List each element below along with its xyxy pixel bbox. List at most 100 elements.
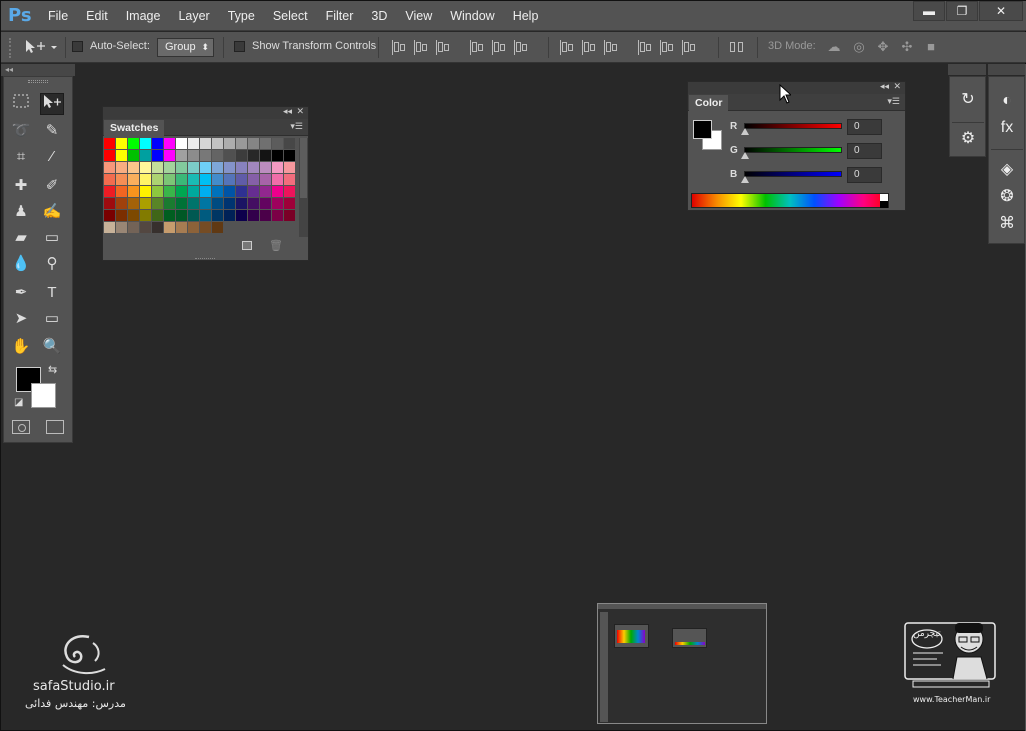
minimize-button[interactable]: ▬	[913, 1, 945, 21]
swatch-color[interactable]	[272, 222, 283, 233]
spot-healing-brush-tool-icon[interactable]: ✚	[9, 175, 33, 197]
slide-3d-icon[interactable]: ✣	[898, 39, 916, 55]
distribute-left-edges-icon[interactable]	[635, 39, 657, 56]
styles-panel-icon[interactable]: fx	[996, 117, 1018, 139]
swatch-color[interactable]	[224, 186, 235, 197]
collapse-icon[interactable]: ◂◂	[880, 81, 889, 92]
crop-tool-icon[interactable]: ⌗	[9, 146, 33, 168]
swatch-color[interactable]	[272, 174, 283, 185]
swatch-color[interactable]	[248, 162, 259, 173]
swatch-color[interactable]	[164, 186, 175, 197]
swatch-color[interactable]	[104, 198, 115, 209]
dodge-tool-icon[interactable]: ⚲	[40, 253, 64, 275]
panel-menu-icon[interactable]: ▾☰	[290, 121, 303, 132]
collapse-icon[interactable]: ◂◂	[283, 106, 292, 117]
swatch-color[interactable]	[236, 174, 247, 185]
swatch-color[interactable]	[236, 138, 247, 149]
swatch-color[interactable]	[236, 210, 247, 221]
swatch-color[interactable]	[152, 162, 163, 173]
swatch-color[interactable]	[140, 210, 151, 221]
type-tool-icon[interactable]: T	[40, 282, 64, 304]
swatch-color[interactable]	[212, 210, 223, 221]
black-swatch[interactable]	[880, 201, 888, 208]
tab-swatches[interactable]: Swatches	[104, 120, 165, 136]
swatch-color[interactable]	[272, 138, 283, 149]
swatch-color[interactable]	[176, 198, 187, 209]
blur-tool-icon[interactable]: 💧	[9, 253, 33, 275]
swatch-color[interactable]	[140, 198, 151, 209]
swatch-color[interactable]	[200, 186, 211, 197]
channels-panel-icon[interactable]: ❂	[996, 186, 1018, 208]
swatch-color[interactable]	[140, 138, 151, 149]
menu-type[interactable]: Type	[219, 1, 264, 31]
swatch-color[interactable]	[176, 138, 187, 149]
swatch-color[interactable]	[188, 174, 199, 185]
swatch-color[interactable]	[164, 162, 175, 173]
swatch-color[interactable]	[200, 162, 211, 173]
swatch-color[interactable]	[164, 174, 175, 185]
move-tool-active-icon[interactable]	[40, 93, 64, 115]
swatch-color[interactable]	[248, 210, 259, 221]
close-button[interactable]: ✕	[979, 1, 1023, 21]
swatch-color[interactable]	[152, 174, 163, 185]
swatch-color[interactable]	[128, 210, 139, 221]
swatch-color[interactable]	[260, 174, 271, 185]
swatch-color[interactable]	[104, 162, 115, 173]
swatch-color[interactable]	[236, 186, 247, 197]
path-selection-tool-icon[interactable]: ➤	[9, 308, 33, 330]
panel-resize-grip[interactable]	[195, 258, 215, 261]
swatch-color[interactable]	[140, 222, 151, 233]
swatch-color[interactable]	[260, 210, 271, 221]
swatches-scrollbar[interactable]	[299, 138, 308, 237]
adjustments-panel-icon[interactable]: ◐	[996, 90, 1018, 112]
auto-align-layers-icon[interactable]	[726, 39, 748, 56]
swatch-color[interactable]	[140, 150, 151, 161]
red-value-input[interactable]: 0	[847, 119, 882, 135]
swatch-color[interactable]	[200, 138, 211, 149]
swatch-color[interactable]	[260, 198, 271, 209]
swatch-color[interactable]	[224, 138, 235, 149]
swatch-color[interactable]	[188, 198, 199, 209]
swatch-color[interactable]	[236, 198, 247, 209]
trash-icon[interactable]: 🗑	[269, 239, 283, 252]
swatch-color[interactable]	[116, 162, 127, 173]
swatch-color[interactable]	[104, 186, 115, 197]
tab-color[interactable]: Color	[689, 95, 729, 111]
auto-select-target-dropdown[interactable]: Group ⬍	[157, 38, 214, 57]
swatch-color[interactable]	[188, 186, 199, 197]
dock-collapse-bar[interactable]	[948, 64, 986, 75]
swatch-color[interactable]	[164, 138, 175, 149]
rectangle-tool-icon[interactable]: ▭	[40, 308, 64, 330]
eyedropper-tool-icon[interactable]: ⁄	[40, 146, 64, 168]
swatch-color[interactable]	[272, 150, 283, 161]
swatch-color[interactable]	[176, 174, 187, 185]
swatch-color[interactable]	[248, 222, 259, 233]
align-left-edges-icon[interactable]	[467, 39, 489, 56]
swatch-color[interactable]	[200, 210, 211, 221]
rectangular-marquee-tool-icon[interactable]	[9, 93, 33, 115]
quick-selection-tool-icon[interactable]: ✎	[40, 120, 64, 142]
swatch-color[interactable]	[152, 186, 163, 197]
blue-slider[interactable]	[744, 171, 842, 177]
swatch-color[interactable]	[188, 210, 199, 221]
swatch-color[interactable]	[128, 222, 139, 233]
swatch-color[interactable]	[104, 210, 115, 221]
color-titlebar[interactable]: ◂◂ ✕	[688, 81, 905, 94]
swatch-color[interactable]	[212, 150, 223, 161]
swatch-color[interactable]	[116, 186, 127, 197]
swatch-color[interactable]	[284, 210, 295, 221]
layers-panel-icon[interactable]: ◈	[996, 159, 1018, 181]
swatch-color[interactable]	[176, 186, 187, 197]
menu-view[interactable]: View	[396, 1, 441, 31]
blue-slider-handle[interactable]	[741, 176, 749, 183]
red-slider-handle[interactable]	[741, 128, 749, 135]
panel-menu-icon[interactable]: ▾☰	[887, 96, 900, 107]
menu-file[interactable]: File	[39, 1, 77, 31]
swatch-color[interactable]	[128, 186, 139, 197]
default-colors-icon[interactable]: ◪	[14, 397, 23, 408]
tools-collapse-bar[interactable]: ◂◂	[1, 64, 75, 76]
lasso-tool-icon[interactable]: ➰	[9, 120, 33, 142]
red-slider[interactable]	[744, 123, 842, 129]
swatches-titlebar[interactable]: ◂◂ ✕	[103, 106, 308, 119]
swatch-color[interactable]	[224, 222, 235, 233]
